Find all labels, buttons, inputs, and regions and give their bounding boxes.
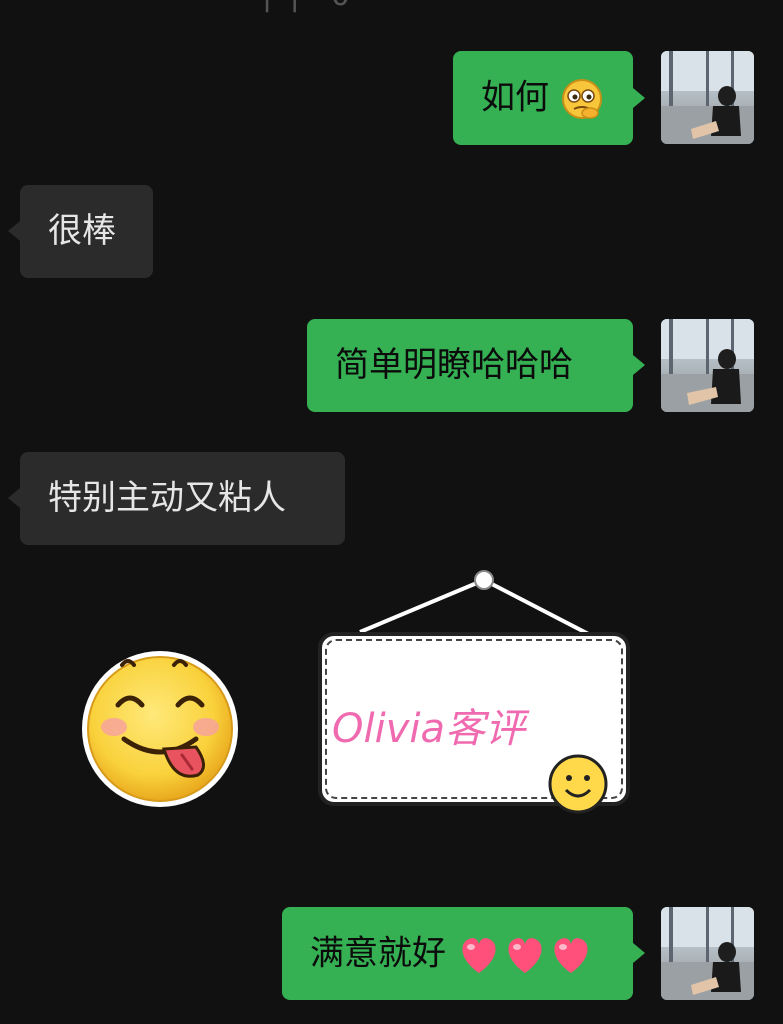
tongue-out-smiley-sticker[interactable] bbox=[78, 647, 242, 811]
bubble-tail bbox=[633, 943, 645, 963]
heart-emoji bbox=[462, 938, 496, 973]
message-row-incoming: 特别主动又粘人 bbox=[0, 452, 783, 545]
message-text: 如何 bbox=[481, 77, 549, 118]
message-row-incoming: 很棒 bbox=[0, 185, 783, 278]
message-bubble[interactable]: 如何 bbox=[453, 51, 633, 145]
avatar[interactable] bbox=[661, 319, 754, 412]
bubble-tail bbox=[633, 88, 645, 108]
message-bubble[interactable]: 很棒 bbox=[20, 185, 153, 278]
heart-emoji bbox=[554, 938, 588, 973]
message-bubble[interactable]: 特别主动又粘人 bbox=[20, 452, 345, 545]
avatar[interactable] bbox=[661, 907, 754, 1000]
message-text: 简单明瞭哈哈哈 bbox=[335, 345, 573, 385]
sign-text: Olivia客评 bbox=[332, 706, 530, 752]
thinking-face-emoji bbox=[561, 79, 602, 119]
message-bubble[interactable]: 满意就好 bbox=[282, 907, 633, 1000]
message-row-outgoing: 简单明瞭哈哈哈 bbox=[0, 319, 783, 412]
message-text: 特别主动又粘人 bbox=[48, 478, 286, 518]
chat-screen: | | ·0 如何 bbox=[0, 0, 783, 1024]
message-row-outgoing: 满意就好 bbox=[0, 907, 783, 1000]
message-text: 很棒 bbox=[48, 211, 116, 251]
heart-emoji bbox=[508, 938, 542, 973]
bubble-tail bbox=[8, 221, 20, 241]
message-bubble[interactable]: 简单明瞭哈哈哈 bbox=[307, 319, 633, 412]
cut-off-timestamp: | | ·0 bbox=[262, 0, 354, 13]
bubble-tail bbox=[8, 488, 20, 508]
message-row-stickers: Olivia客评 bbox=[0, 570, 783, 830]
bubble-tail bbox=[633, 355, 645, 375]
message-row-outgoing: 如何 bbox=[0, 51, 783, 145]
message-text: 满意就好 bbox=[310, 933, 446, 974]
hanging-sign-sticker[interactable]: Olivia客评 bbox=[312, 570, 642, 820]
heart-emoji-group bbox=[462, 938, 588, 973]
avatar[interactable] bbox=[661, 51, 754, 144]
